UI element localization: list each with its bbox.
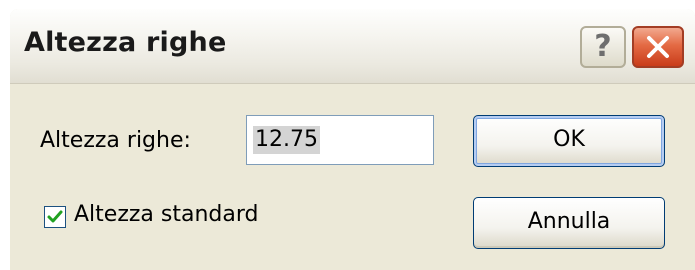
row-height-value[interactable]: 12.75: [253, 126, 320, 154]
help-button[interactable]: ?: [580, 26, 626, 68]
ok-button[interactable]: OK: [473, 115, 665, 167]
close-button[interactable]: [632, 26, 684, 68]
checkmark-icon: [47, 210, 63, 223]
standard-height-label[interactable]: Altezza standard: [74, 202, 258, 227]
standard-height-checkbox[interactable]: [44, 206, 66, 228]
cancel-button[interactable]: Annulla: [473, 197, 665, 249]
title-bar[interactable]: Altezza righe ?: [10, 9, 695, 84]
close-icon: [647, 36, 669, 58]
row-height-label: Altezza righe:: [40, 128, 191, 153]
row-height-input[interactable]: 12.75: [246, 115, 434, 165]
help-icon: ?: [594, 29, 612, 64]
row-height-dialog: Altezza righe ? Altezza righe: 12.75 Alt…: [10, 9, 695, 270]
dialog-body: Altezza righe: 12.75 Altezza standard OK…: [10, 84, 695, 270]
dialog-title: Altezza righe: [24, 27, 227, 58]
